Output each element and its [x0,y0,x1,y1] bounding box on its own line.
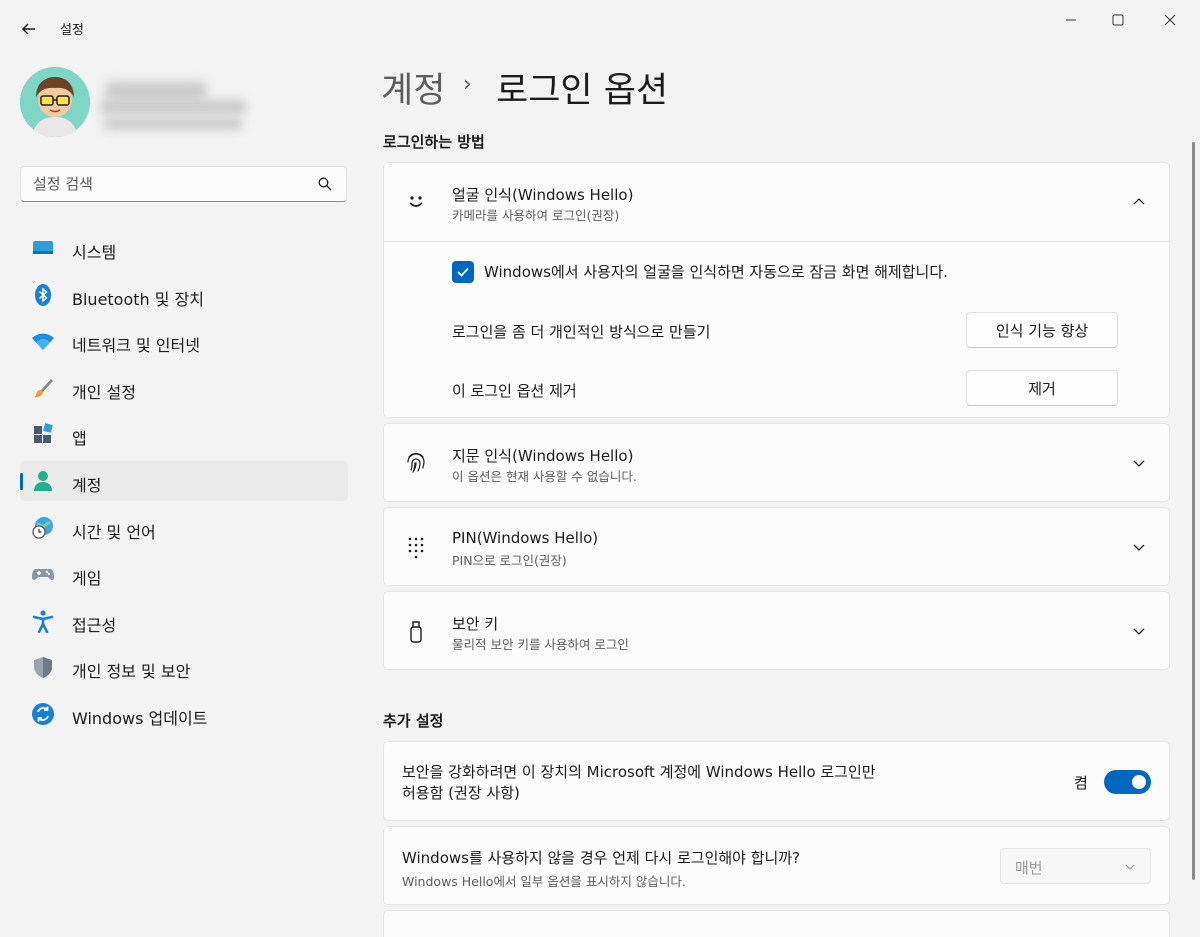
sidebar-item-label: 개인 정보 및 보안 [72,662,191,682]
auto-unlock-checkbox[interactable] [452,261,474,283]
card-subtitle: 카메라를 사용하여 로그인(권장) [452,208,620,223]
improve-recognition-button[interactable]: 인식 기능 향상 [966,312,1118,348]
account-icon [34,470,52,491]
section-title-additional: 추가 설정 [383,712,444,730]
search-box[interactable] [20,166,347,202]
sidebar-item-accessibility[interactable]: 접근성 [20,601,348,641]
card-subtitle: 물리적 보안 키를 사용하여 로그인 [452,637,629,652]
sidebar-item-apps[interactable]: 앱 [20,414,348,454]
usb-key-icon [410,621,422,643]
chevron-down-icon [1125,864,1135,870]
sidebar-item-label: 네트워크 및 인터넷 [72,336,200,356]
chevron-down-icon[interactable] [1131,455,1147,471]
avatar[interactable] [20,67,90,137]
sidebar-item-label: 시스템 [72,243,117,262]
relogin-card: Windows를 사용하지 않을 경우 언제 다시 로그인해야 합니까? Win… [383,826,1170,905]
card-title: 보안 키 [452,615,499,633]
time-language-icon [32,516,53,539]
bluetooth-icon [35,283,51,306]
section-title-signin-methods: 로그인하는 방법 [383,133,485,151]
minimize-icon [1066,19,1076,21]
fingerprint-icon [407,453,425,473]
profile-info-redacted [100,76,250,134]
wifi-icon [32,333,54,351]
sidebar-item-privacy-security[interactable]: 개인 정보 및 보안 [20,647,348,687]
divider [384,241,1169,242]
sidebar-item-label: 앱 [72,429,87,449]
auto-unlock-label: Windows에서 사용자의 얼굴을 인식하면 자동으로 잠금 화면 해제합니다… [484,263,948,281]
scrollbar[interactable] [1192,142,1195,880]
sidebar-item-label: 접근성 [72,615,117,635]
search-icon[interactable] [318,177,332,191]
card-subtitle: PIN으로 로그인(권장) [452,553,567,568]
chevron-down-icon[interactable] [1131,623,1147,639]
chevron-up-icon[interactable] [1131,194,1147,210]
next-setting-card[interactable] [383,910,1170,937]
fingerprint-card[interactable]: 지문 인식(Windows Hello) 이 옵션은 현재 사용할 수 없습니다… [383,423,1170,502]
sidebar-item-gaming[interactable]: 게임 [20,554,348,594]
update-icon [32,702,54,725]
card-title: PIN(Windows Hello) [452,529,599,547]
toggle-knob [1132,775,1146,789]
search-input[interactable] [33,174,303,194]
sidebar-item-label: Bluetooth 및 장치 [72,289,205,309]
system-icon [33,241,53,254]
sidebar-item-windows-update[interactable]: Windows 업데이트 [20,694,348,734]
brush-icon [34,378,53,398]
minimize-button[interactable] [1048,6,1094,34]
title-bar: 설정 [0,0,1200,48]
maximize-button[interactable] [1095,6,1141,34]
sidebar-item-label: Windows 업데이트 [72,708,208,728]
gamepad-icon [32,569,54,581]
app-title: 설정 [60,23,84,38]
sidebar-item-personalization[interactable]: 개인 설정 [20,368,348,408]
sidebar-item-system[interactable]: 시스템 [20,228,348,268]
checkmark-icon [457,267,469,277]
breadcrumb-separator: › [463,72,472,97]
hello-only-card: 보안을 강화하려면 이 장치의 Microsoft 계정에 Windows He… [383,741,1170,821]
sidebar-nav: 시스템 Bluetooth 및 장치 네트워크 및 인터넷 개인 설정 앱 계정… [20,228,348,741]
sidebar-item-label: 개인 설정 [72,382,136,402]
security-key-card[interactable]: 보안 키 물리적 보안 키를 사용하여 로그인 [383,591,1170,670]
sidebar-item-time-language[interactable]: 시간 및 언어 [20,508,348,548]
avatar-icon [20,67,90,137]
card-title: 지문 인식(Windows Hello) [452,447,634,465]
remove-option-label: 이 로그인 옵션 제거 [452,382,577,400]
close-button[interactable] [1147,6,1193,34]
sidebar-item-label: 계정 [72,475,102,495]
arrow-left-icon [22,23,35,35]
apps-icon [34,423,53,444]
chevron-down-icon[interactable] [1131,539,1147,555]
page-title: 로그인 옵션 [496,71,669,111]
sidebar-item-accounts[interactable]: 계정 [20,460,348,501]
sidebar-item-network[interactable]: 네트워크 및 인터넷 [20,321,348,361]
maximize-icon [1112,14,1124,26]
remove-button[interactable]: 제거 [966,370,1118,406]
face-recognition-card: 얼굴 인식(Windows Hello) 카메라를 사용하여 로그인(권장) W… [383,162,1170,418]
relogin-title: Windows를 사용하지 않을 경우 언제 다시 로그인해야 합니까? [402,849,801,867]
card-title: 얼굴 인식(Windows Hello) [452,186,634,204]
sidebar-item-label: 시간 및 언어 [72,522,156,542]
hello-only-toggle[interactable] [1104,770,1151,794]
relogin-subtitle: Windows Hello에서 일부 옵션을 표시하지 않습니다. [402,874,686,889]
hello-only-label-line1: 보안을 강화하려면 이 장치의 Microsoft 계정에 Windows He… [402,763,876,781]
sidebar-item-bluetooth[interactable]: Bluetooth 및 장치 [20,275,348,315]
face-icon [409,196,423,207]
shield-icon [34,657,52,679]
toggle-state-label: 켬 [1074,774,1088,792]
face-recognition-header[interactable]: 얼굴 인식(Windows Hello) 카메라를 사용하여 로그인(권장) [384,163,1169,241]
accessibility-icon [32,610,54,633]
improve-recognition-label: 로그인을 좀 더 개인적인 방식으로 만들기 [452,323,711,341]
sidebar-item-label: 게임 [72,569,102,589]
card-subtitle: 이 옵션은 현재 사용할 수 없습니다. [452,469,637,484]
breadcrumb-parent[interactable]: 계정 [381,62,445,113]
pin-card[interactable]: PIN(Windows Hello) PIN으로 로그인(권장) [383,507,1170,586]
pin-keypad-icon [408,537,424,559]
relogin-dropdown[interactable]: 매번 [1000,848,1151,884]
close-icon [1164,14,1176,26]
back-button[interactable] [14,14,44,44]
dropdown-value: 매번 [1015,859,1043,877]
hello-only-label-line2: 허용함 (권장 사항) [402,784,520,802]
